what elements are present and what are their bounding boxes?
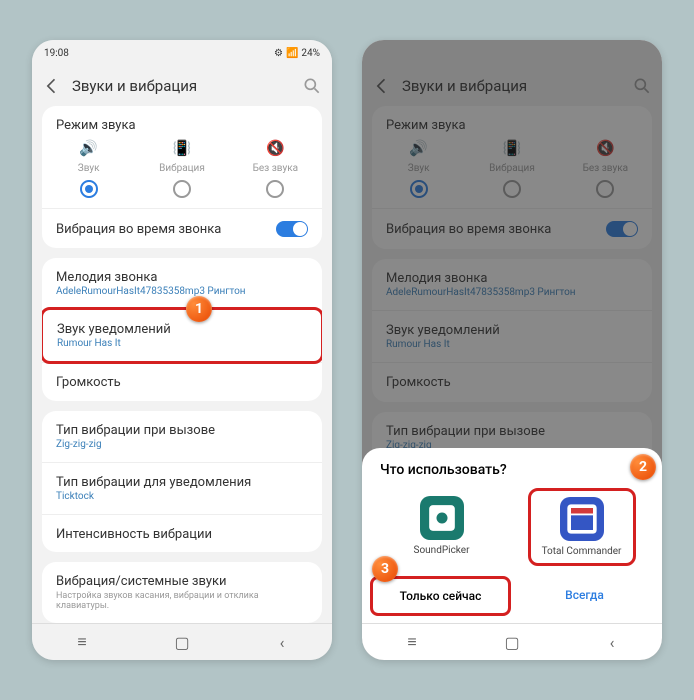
volume-row[interactable]: Громкость — [42, 362, 322, 401]
nav-recent[interactable]: ≡ — [72, 632, 92, 652]
nav-back[interactable]: ‹ — [272, 632, 292, 652]
badge-1: 1 — [186, 296, 212, 322]
search-icon[interactable] — [302, 76, 322, 96]
vib-call-row[interactable]: Тип вибрации при вызове Zig-zig-zig — [42, 411, 322, 462]
notification-sound-row[interactable]: Звук уведомлений Rumour Has It — [42, 307, 322, 364]
chooser-title: Что использовать? — [372, 462, 652, 478]
app-total-commander[interactable]: Total Commander — [528, 488, 636, 566]
system-card: Вибрация/системные звуки Настройка звуко… — [42, 562, 322, 623]
system-row[interactable]: Вибрация/системные звуки Настройка звуко… — [42, 562, 322, 623]
total-commander-icon — [560, 497, 604, 541]
nav-recent[interactable]: ≡ — [402, 632, 422, 652]
badge-3: 3 — [372, 556, 398, 582]
radio-vibrate[interactable] — [173, 180, 191, 198]
back-button[interactable] — [42, 76, 62, 96]
app-chooser-sheet: Что использовать? SoundPicker Total Comm… — [362, 448, 662, 624]
page-title: Звуки и вибрация — [72, 77, 292, 95]
vibration-card: Тип вибрации при вызове Zig-zig-zig Тип … — [42, 411, 322, 553]
status-time: 19:08 — [44, 48, 69, 59]
vibrate-ringing-toggle[interactable] — [276, 221, 308, 237]
wifi-icon: ⚙ — [274, 48, 283, 59]
sound-mode-card: Режим звука 🔊 Звук 📳 Вибрация 🔇 Без звук… — [42, 106, 322, 248]
sound-icon: 🔊 — [79, 139, 98, 157]
vib-notif-row[interactable]: Тип вибрации для уведомления Ticktock — [42, 462, 322, 514]
navbar: ≡ ▢ ‹ — [32, 623, 332, 660]
battery-label: 24% — [301, 48, 320, 59]
mode-sound[interactable]: 🔊 Звук — [49, 139, 129, 198]
soundpicker-icon — [420, 496, 464, 540]
phone-right: Звуки и вибрация Режим звука 🔊 Звук 📳 Ви… — [362, 40, 662, 660]
radio-sound[interactable] — [80, 180, 98, 198]
badge-2: 2 — [630, 454, 656, 480]
nav-back[interactable]: ‹ — [602, 632, 622, 652]
nav-home[interactable]: ▢ — [502, 632, 522, 652]
vib-intensity-row[interactable]: Интенсивность вибрации — [42, 514, 322, 553]
sound-mode-title: Режим звука — [42, 106, 322, 139]
navbar: ≡ ▢ ‹ — [362, 623, 662, 660]
phone-left: 19:08 ⚙ 📶 24% Звуки и вибрация Режим зву… — [32, 40, 332, 660]
mode-mute[interactable]: 🔇 Без звука — [235, 139, 315, 198]
vibrate-icon: 📳 — [173, 139, 192, 157]
radio-mute[interactable] — [266, 180, 284, 198]
sounds-card: Мелодия звонка AdeleRumourHasIt47835358m… — [42, 258, 322, 401]
mode-vibrate[interactable]: 📳 Вибрация — [142, 139, 222, 198]
app-soundpicker[interactable]: SoundPicker — [391, 490, 493, 564]
vibrate-ringing-row[interactable]: Вибрация во время звонка — [42, 208, 322, 248]
status-bar: 19:08 ⚙ 📶 24% — [32, 40, 332, 66]
choice-always[interactable]: Всегда — [517, 578, 652, 614]
nav-home[interactable]: ▢ — [172, 632, 192, 652]
header: Звуки и вибрация — [32, 66, 332, 106]
signal-icon: 📶 — [286, 48, 298, 59]
ringtone-row[interactable]: Мелодия звонка AdeleRumourHasIt47835358m… — [42, 258, 322, 309]
choice-just-once[interactable]: Только сейчас — [370, 576, 511, 616]
mute-icon: 🔇 — [266, 139, 285, 157]
